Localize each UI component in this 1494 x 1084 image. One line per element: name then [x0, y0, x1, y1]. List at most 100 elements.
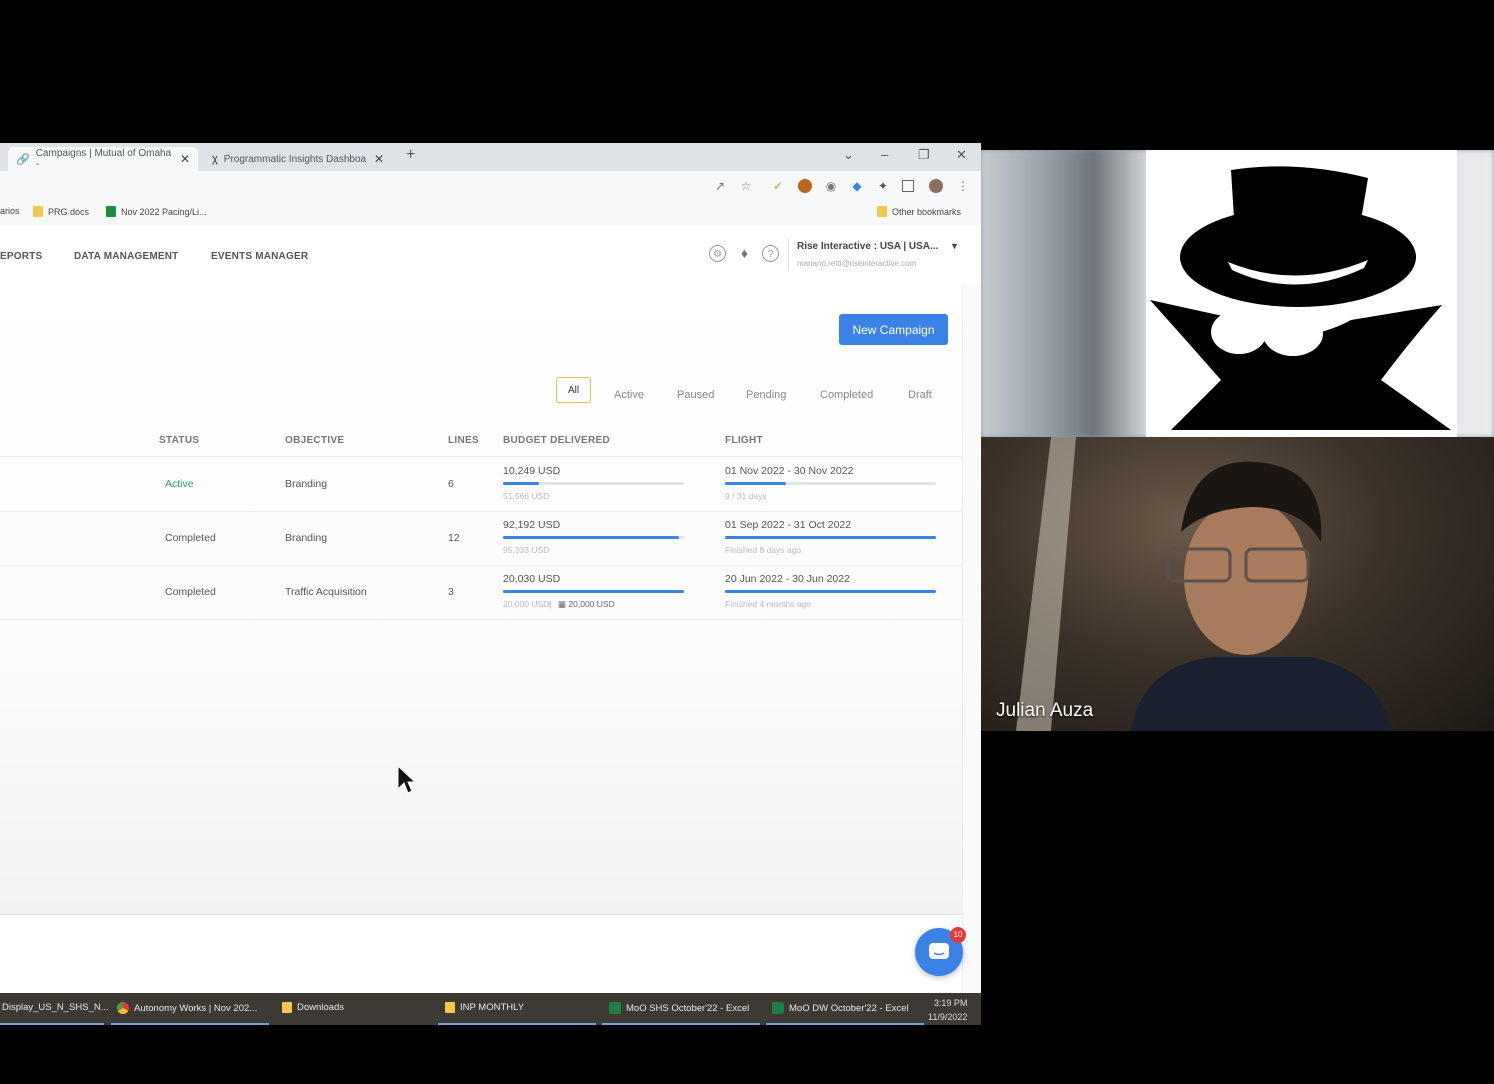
taskbar-active-indicator [438, 1023, 596, 1025]
account-name[interactable]: Rise Interactive : USA | USA... [797, 241, 938, 252]
bookmark-label: arios [0, 206, 20, 216]
close-window-icon[interactable]: ✕ [956, 147, 967, 163]
budget-delivered: 92,192 USD [503, 519, 561, 531]
bookmark-item[interactable]: PRG docs [33, 206, 89, 217]
bookmark-item[interactable]: Nov 2022 Pacing/Li... [106, 206, 207, 217]
budget-progress-fill [503, 590, 684, 593]
participant-video-tile[interactable] [981, 150, 1494, 437]
budget-total: 95,333 USD [503, 545, 550, 555]
new-campaign-button[interactable]: New Campaign [839, 314, 948, 345]
app-header: EPORTS DATA MANAGEMENT EVENTS MANAGER ⚙ … [0, 225, 981, 286]
table-row[interactable]: Completed Branding 12 92,192 USD 95,333 … [0, 511, 962, 566]
minimize-icon[interactable]: – [881, 147, 888, 162]
profile-avatar[interactable] [929, 179, 943, 193]
bookmark-item[interactable]: Other bookmarks [877, 206, 961, 217]
browser-toolbar: ↗ ☆ ✓ ◉ ◆ ✦ ⋮ [0, 171, 981, 201]
bookmark-item[interactable]: arios [0, 206, 20, 216]
column-header-lines[interactable]: LINES [448, 435, 479, 446]
chevron-down-icon[interactable]: ▼ [950, 241, 959, 251]
chat-icon [929, 943, 949, 959]
flight-progress-bar [725, 482, 936, 485]
budget-total: 20,000 USD [503, 599, 550, 609]
folder-icon [445, 1002, 455, 1013]
table-row[interactable]: Active Branding 6 10,249 USD 51,566 USD … [0, 457, 962, 512]
spy-avatar-icon [1150, 166, 1451, 430]
status-badge: Completed [165, 532, 216, 544]
taskbar-item[interactable]: MoO DW October'22 - Excel [772, 1002, 909, 1014]
tab-label: Programmatic Insights Dashboa [223, 153, 367, 165]
help-icon[interactable]: ? [762, 245, 779, 262]
app-icon: χ [212, 153, 218, 165]
filter-active[interactable]: Active [614, 389, 644, 401]
column-header-flight[interactable]: FLIGHT [725, 435, 763, 446]
budget-progress-bar [503, 482, 684, 485]
close-tab-icon[interactable]: ✕ [180, 152, 190, 166]
filter-paused[interactable]: Paused [677, 389, 714, 401]
flight-sub: Finished 8 days ago [725, 545, 802, 555]
status-badge: Completed [165, 586, 216, 598]
taskbar-item[interactable]: Downloads [282, 1002, 344, 1013]
bell-icon[interactable]: ♦ [736, 245, 753, 262]
budget-total: 51,566 USD [503, 491, 550, 501]
nav-data-management[interactable]: DATA MANAGEMENT [74, 251, 178, 262]
tab-campaigns[interactable]: 🔗 Campaigns | Mutual of Omaha - ✕ [8, 147, 198, 171]
budget-delivered: 10,249 USD [503, 465, 561, 477]
scrollbar[interactable] [962, 285, 981, 1025]
column-header-budget[interactable]: BUDGET DELIVERED [503, 435, 610, 446]
flight-dates: 01 Nov 2022 - 30 Nov 2022 [725, 465, 854, 477]
nav-reports[interactable]: EPORTS [0, 251, 42, 262]
content-divider [0, 914, 962, 915]
taskbar-item[interactable]: INP MONTHLY [445, 1002, 524, 1013]
side-panel-icon[interactable] [902, 180, 914, 192]
taskbar-item-label: INP MONTHLY [460, 1002, 525, 1013]
flight-progress-fill [725, 536, 936, 539]
flight-progress-bar [725, 590, 936, 593]
filter-all[interactable]: All [556, 377, 591, 403]
share-icon[interactable]: ↗ [713, 179, 727, 193]
close-tab-icon[interactable]: ✕ [374, 152, 384, 166]
sheets-icon [106, 206, 116, 217]
folder-icon [33, 206, 43, 217]
taskbar-item-label: MoO DW October'22 - Excel [789, 1002, 909, 1014]
extension-icon[interactable]: ◆ [850, 179, 864, 193]
nav-events-manager[interactable]: EVENTS MANAGER [211, 251, 308, 262]
tab-label: Campaigns | Mutual of Omaha - [35, 148, 172, 170]
divider [788, 239, 789, 271]
tab-programmatic-insights[interactable]: χ Programmatic Insights Dashboa ✕ [204, 147, 392, 171]
settings-icon[interactable]: ⚙ [709, 245, 726, 262]
flight-progress-bar [725, 536, 936, 539]
participant-video-tile[interactable] [981, 437, 1494, 731]
taskbar-item[interactable]: MoO SHS October'22 - Excel [609, 1002, 749, 1014]
column-header-status[interactable]: STATUS [159, 435, 199, 446]
lines-cell: 12 [448, 532, 460, 544]
budget-progress-fill [503, 536, 679, 539]
filter-draft[interactable]: Draft [908, 389, 932, 401]
excel-icon [609, 1002, 621, 1014]
new-tab-icon[interactable]: + [406, 146, 415, 164]
system-clock[interactable]: 3:19 PM 11/9/2022 [928, 996, 967, 1024]
star-icon[interactable]: ☆ [739, 179, 753, 193]
link-icon: 🔗 [16, 153, 30, 166]
table-row[interactable]: Completed Traffic Acquisition 3 20,030 U… [0, 565, 962, 620]
puzzle-icon[interactable]: ✦ [876, 179, 890, 193]
extension-icon[interactable] [798, 179, 812, 193]
restore-icon[interactable]: ❐ [918, 147, 930, 163]
flight-sub: 9 / 31 days [725, 491, 767, 501]
camera-icon[interactable]: ◉ [824, 179, 838, 193]
shared-screen: 🔗 Campaigns | Mutual of Omaha - ✕ χ Prog… [0, 143, 981, 1025]
objective-cell: Branding [285, 532, 328, 544]
filter-completed[interactable]: Completed [820, 389, 873, 401]
taskbar: Display_US_N_SHS_N... Autonomy Works | N… [0, 993, 981, 1025]
mouse-cursor-icon [397, 765, 415, 794]
tab-search-icon[interactable]: ⌄ [843, 147, 854, 163]
taskbar-item[interactable]: Autonomy Works | Nov 202... [117, 1002, 257, 1014]
menu-icon[interactable]: ⋮ [956, 179, 970, 193]
taskbar-item[interactable]: Display_US_N_SHS_N... [2, 1002, 109, 1013]
column-header-objective[interactable]: OBJECTIVE [285, 435, 344, 446]
flight-progress-fill [725, 590, 936, 593]
lines-cell: 6 [448, 478, 454, 490]
bookmarks-bar: arios PRG docs Nov 2022 Pacing/Li... Oth… [0, 201, 981, 226]
filter-pending[interactable]: Pending [746, 389, 786, 401]
extension-icon[interactable]: ✓ [771, 179, 785, 193]
taskbar-active-indicator [602, 1023, 760, 1025]
